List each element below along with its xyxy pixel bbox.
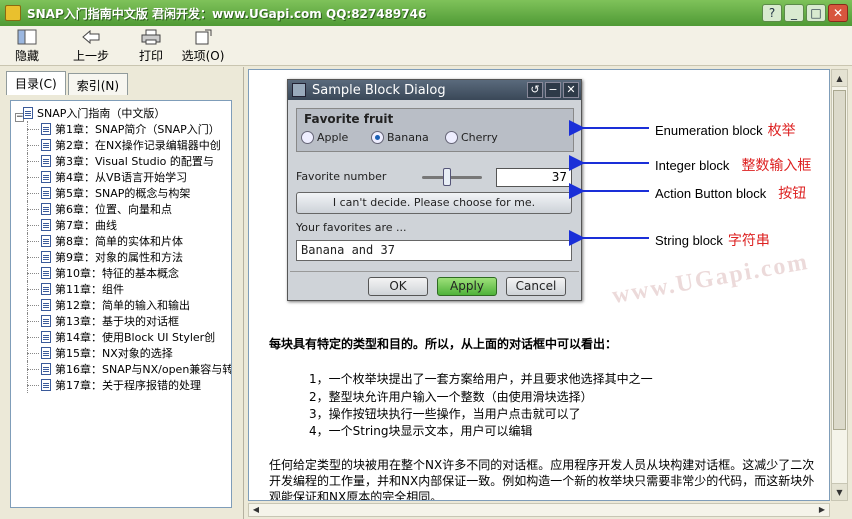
document-icon xyxy=(41,171,51,183)
tree-item[interactable]: 第16章：SNAP与NX/open兼容与转 xyxy=(11,361,231,377)
window-titlebar: SNAP入门指南中文版 君闲开发：www.UGapi.com QQ:827489… xyxy=(0,0,852,26)
maximize-button[interactable]: □ xyxy=(806,4,826,22)
content-paragraph: 任何给定类型的块被用在整个NX许多不同的对话框。应用程序开发人员从块构建对话框。… xyxy=(269,458,815,501)
scroll-up-icon[interactable]: ▲ xyxy=(832,70,847,87)
document-icon xyxy=(41,331,51,343)
printer-icon xyxy=(140,28,162,46)
document-icon xyxy=(23,107,33,119)
tree-item-label: 第15章：NX对象的选择 xyxy=(55,347,173,360)
tree-root[interactable]: − SNAP入门指南（中文版） xyxy=(11,105,231,122)
hide-icon xyxy=(16,28,38,46)
hide-button[interactable]: 隐藏 xyxy=(3,26,51,64)
back-button[interactable]: 上一步 xyxy=(65,26,117,64)
window-controls: ? _ □ ✕ xyxy=(762,4,848,22)
tree-item-label: 第7章：曲线 xyxy=(55,219,117,232)
help-book-icon xyxy=(5,5,21,21)
tree-item[interactable]: 第7章：曲线 xyxy=(11,217,231,233)
document-icon xyxy=(41,139,51,151)
tree-item-label: 第12章：简单的输入和输出 xyxy=(55,299,190,312)
document-icon xyxy=(41,187,51,199)
tree-item[interactable]: 第17章：关于程序报错的处理 xyxy=(11,377,231,393)
tree-item-label: 第16章：SNAP与NX/open兼容与转 xyxy=(55,363,232,376)
tree-item[interactable]: 第3章：Visual Studio 的配置与 xyxy=(11,153,231,169)
content-pane: Sample Block Dialog ↺ − ✕ Favorite fruit… xyxy=(246,67,852,519)
list-item: 4，一个String块显示文本，用户可以编辑 xyxy=(309,424,533,438)
tree-item[interactable]: 第4章：从VB语言开始学习 xyxy=(11,169,231,185)
tree-item-label: 第17章：关于程序报错的处理 xyxy=(55,379,201,392)
toolbar: 隐藏 上一步 打印 选项(O) xyxy=(0,26,852,66)
annotation-string: String block 字符串 xyxy=(655,233,770,249)
tree-item[interactable]: 第11章：组件 xyxy=(11,281,231,297)
tree-item[interactable]: 第6章：位置、向量和点 xyxy=(11,201,231,217)
tree-item-label: 第9章：对象的属性和方法 xyxy=(55,251,183,264)
tree-item[interactable]: 第14章：使用Block UI Styler创 xyxy=(11,329,231,345)
document-icon xyxy=(41,235,51,247)
nav-tabs: 目录(C) 索引(N) xyxy=(6,71,130,95)
tree-item-label: 第11章：组件 xyxy=(55,283,124,296)
back-arrow-icon xyxy=(80,28,102,46)
tree-item-label: 第2章：在NX操作记录编辑器中创 xyxy=(55,139,221,152)
tab-index[interactable]: 索引(N) xyxy=(67,73,129,95)
content-view: Sample Block Dialog ↺ − ✕ Favorite fruit… xyxy=(248,69,830,501)
content-heading: 每块具有特定的类型和目的。所以，从上面的对话框中可以看出： xyxy=(269,337,618,351)
annotation-enumeration: Enumeration block 枚举 xyxy=(655,123,796,139)
document-icon xyxy=(41,347,51,359)
document-icon xyxy=(41,155,51,167)
list-item: 2，整型块允许用户输入一个整数（由使用滑块选择） xyxy=(309,390,593,404)
scroll-down-icon[interactable]: ▼ xyxy=(832,483,847,500)
vertical-scrollbar[interactable]: ▲ ▼ xyxy=(831,69,848,501)
tree-item-label: 第14章：使用Block UI Styler创 xyxy=(55,331,216,344)
tree-item[interactable]: 第5章：SNAP的概念与构架 xyxy=(11,185,231,201)
minimize-button[interactable]: _ xyxy=(784,4,804,22)
tree-item[interactable]: 第15章：NX对象的选择 xyxy=(11,345,231,361)
tree-item[interactable]: 第2章：在NX操作记录编辑器中创 xyxy=(11,137,231,153)
document-icon xyxy=(41,219,51,231)
document-icon xyxy=(41,315,51,327)
scroll-right-icon[interactable]: ▶ xyxy=(815,504,829,516)
document-icon xyxy=(41,251,51,263)
document-icon xyxy=(41,283,51,295)
scroll-thumb[interactable] xyxy=(833,90,846,430)
options-icon xyxy=(192,28,214,46)
options-button[interactable]: 选项(O) xyxy=(179,26,227,64)
navigation-pane: 目录(C) 索引(N) − SNAP入门指南（中文版） 第1章：SNAP简介（S… xyxy=(0,67,244,519)
tree-item-label: 第5章：SNAP的概念与构架 xyxy=(55,187,191,200)
tree-item[interactable]: 第9章：对象的属性和方法 xyxy=(11,249,231,265)
tree-item[interactable]: 第10章：特征的基本概念 xyxy=(11,265,231,281)
tab-contents[interactable]: 目录(C) xyxy=(6,71,66,95)
document-icon xyxy=(41,299,51,311)
tree-root-label: SNAP入门指南（中文版） xyxy=(37,107,166,120)
document-icon xyxy=(41,203,51,215)
help-button[interactable]: ? xyxy=(762,4,782,22)
tree-item[interactable]: 第1章：SNAP简介（SNAP入门） xyxy=(11,121,231,137)
print-button[interactable]: 打印 xyxy=(127,26,175,64)
tree-item-label: 第13章：基于块的对话框 xyxy=(55,315,179,328)
document-icon xyxy=(41,123,51,135)
tree-item-label: 第8章：简单的实体和片体 xyxy=(55,235,183,248)
document-icon xyxy=(41,379,51,391)
tree-item-label: 第1章：SNAP简介（SNAP入门） xyxy=(55,123,220,136)
list-item: 1，一个枚举块提出了一套方案给用户，并且要求他选择其中之一 xyxy=(309,372,653,386)
document-icon xyxy=(41,267,51,279)
scroll-left-icon[interactable]: ◀ xyxy=(249,504,263,516)
tree-item-label: 第6章：位置、向量和点 xyxy=(55,203,172,216)
close-button[interactable]: ✕ xyxy=(828,4,848,22)
list-item: 3，操作按钮块执行一些操作，当用户点击就可以了 xyxy=(309,407,581,421)
tree-item[interactable]: 第12章：简单的输入和输出 xyxy=(11,297,231,313)
horizontal-scrollbar[interactable]: ◀ ▶ xyxy=(248,503,830,517)
contents-tree: − SNAP入门指南（中文版） 第1章：SNAP简介（SNAP入门） 第2章：在N… xyxy=(10,100,232,508)
document-icon xyxy=(41,363,51,375)
tree-item-label: 第10章：特征的基本概念 xyxy=(55,267,179,280)
tree-item[interactable]: 第8章：简单的实体和片体 xyxy=(11,233,231,249)
tree-item-label: 第3章：Visual Studio 的配置与 xyxy=(55,155,214,168)
tree-item-label: 第4章：从VB语言开始学习 xyxy=(55,171,188,184)
annotation-action-button: Action Button block 按钮 xyxy=(655,186,807,202)
tree-item[interactable]: 第13章：基于块的对话框 xyxy=(11,313,231,329)
window-title: SNAP入门指南中文版 君闲开发：www.UGapi.com QQ:827489… xyxy=(27,6,427,21)
annotation-integer: Integer block 整数输入框 xyxy=(655,158,812,174)
